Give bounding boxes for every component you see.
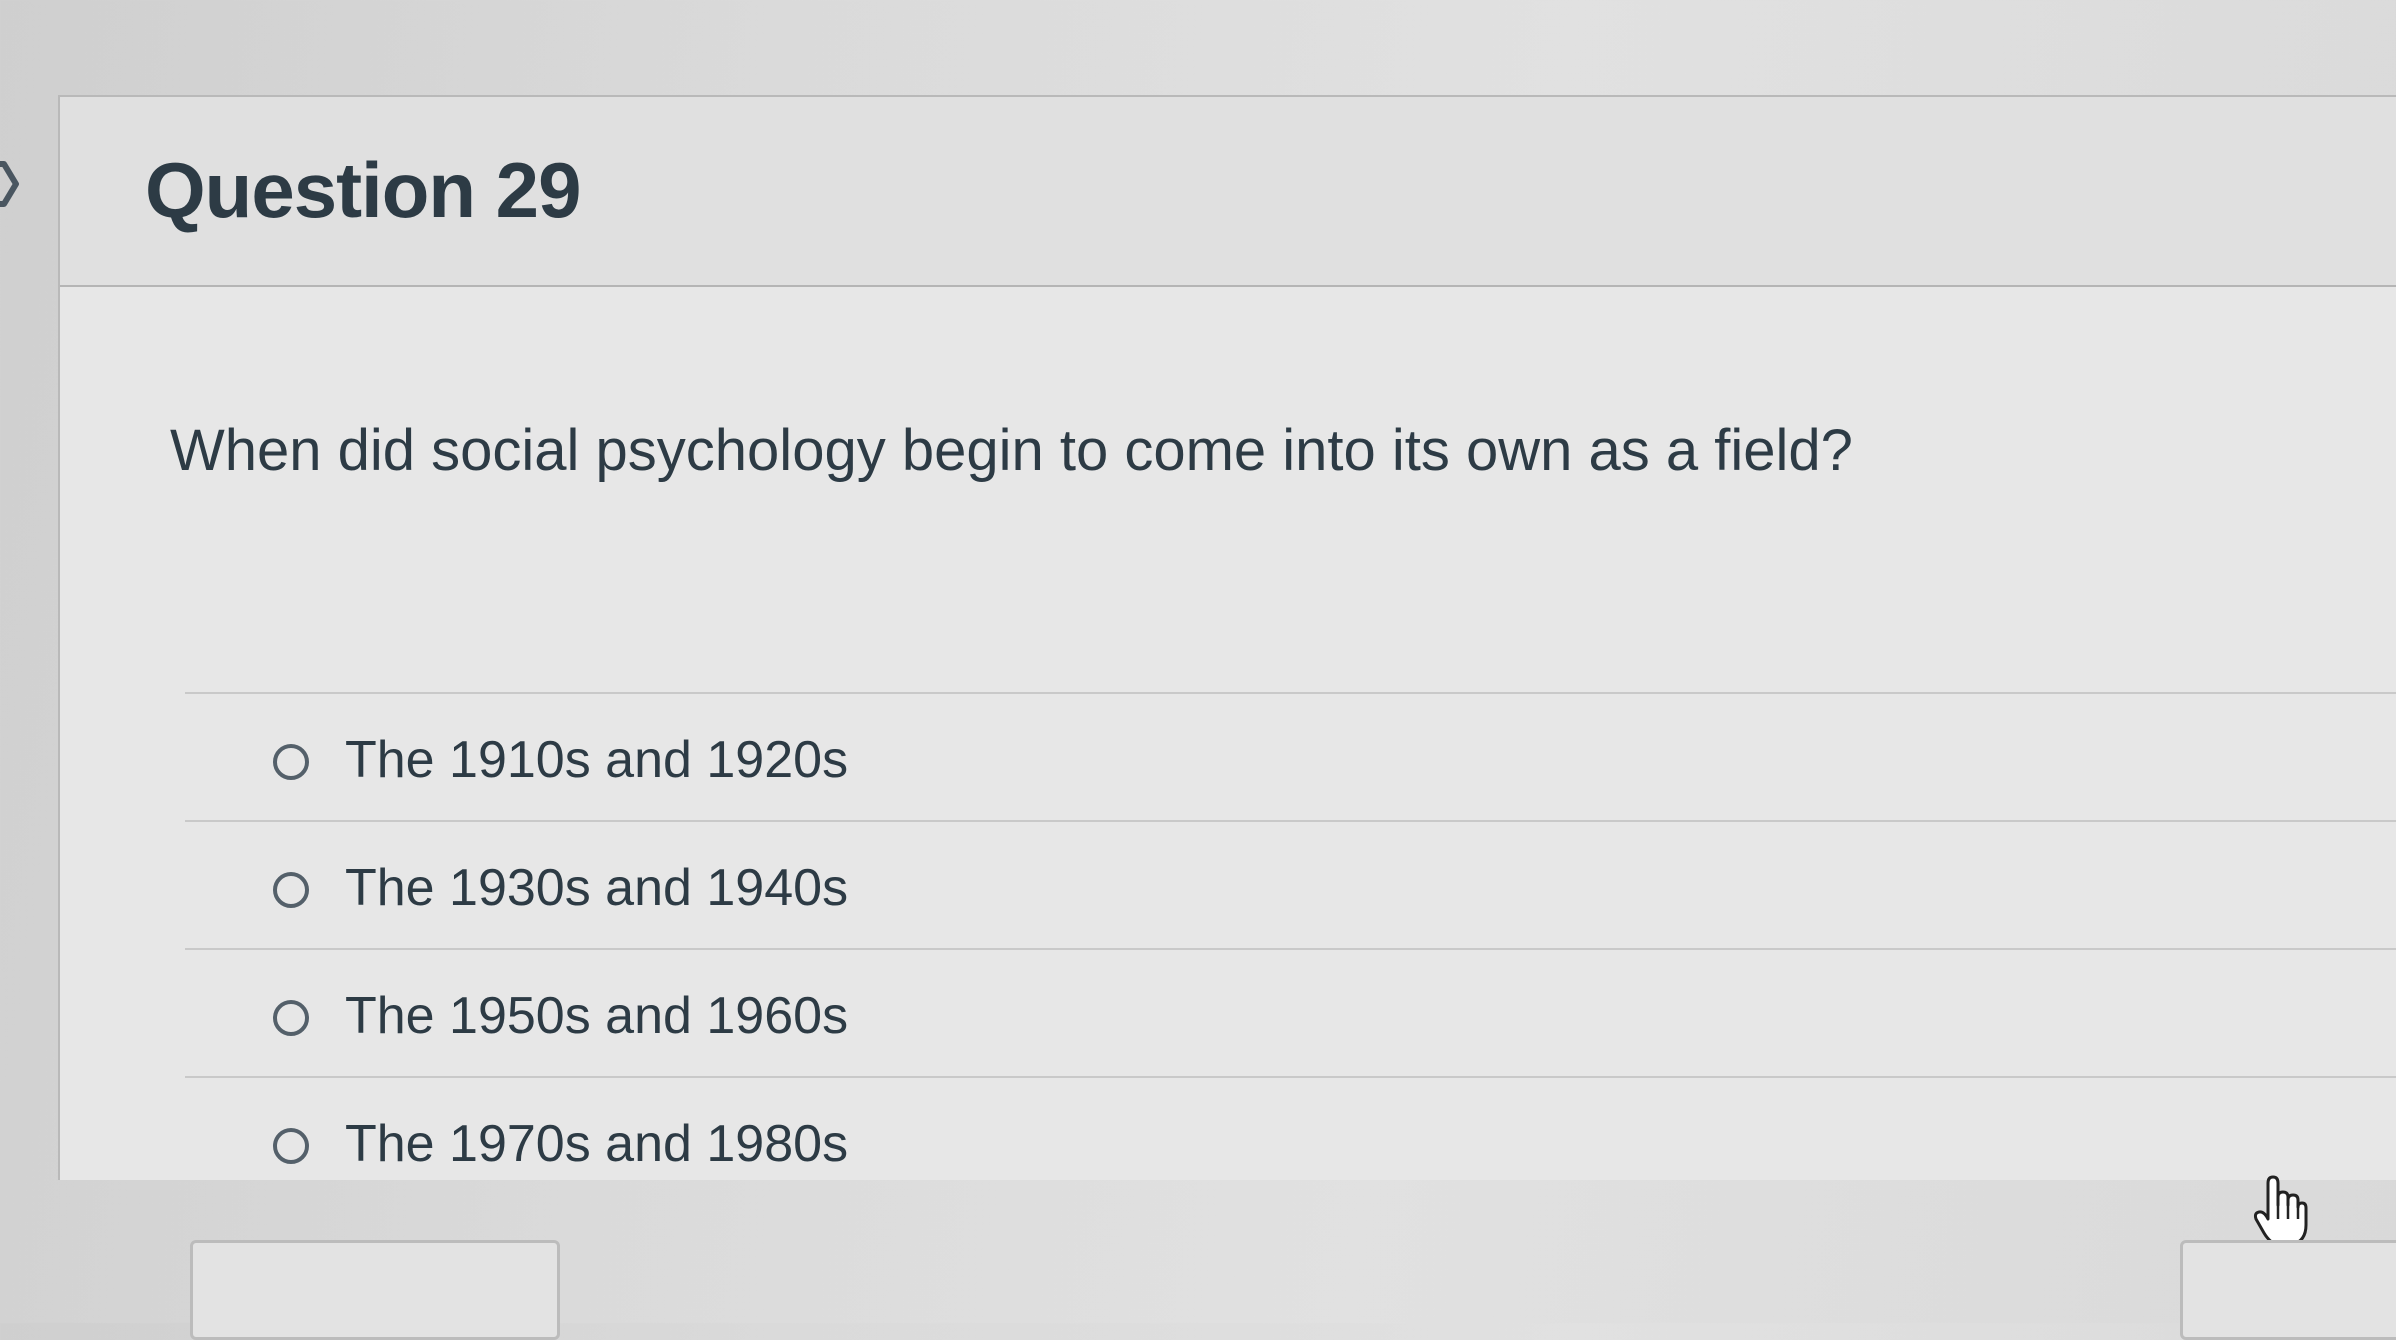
answer-option[interactable]: The 1910s and 1920s	[185, 692, 2396, 820]
answer-option[interactable]: The 1970s and 1980s	[185, 1076, 2396, 1204]
answer-label[interactable]: The 1970s and 1980s	[345, 1114, 848, 1174]
question-header: Question 29	[60, 97, 2396, 287]
next-button[interactable]	[2180, 1240, 2396, 1340]
answer-option[interactable]: The 1930s and 1940s	[185, 820, 2396, 948]
radio-button[interactable]	[273, 1128, 309, 1164]
flag-question-icon[interactable]	[0, 158, 22, 210]
radio-button[interactable]	[273, 744, 309, 780]
question-text: When did social psychology begin to come…	[170, 418, 1853, 483]
hand-pointer-icon	[2253, 1175, 2308, 1247]
answer-label[interactable]: The 1950s and 1960s	[345, 986, 848, 1046]
question-body: When did social psychology begin to come…	[60, 287, 2396, 1180]
question-card: Question 29 When did social psychology b…	[58, 95, 2396, 1180]
radio-button[interactable]	[273, 872, 309, 908]
answer-option[interactable]: The 1950s and 1960s	[185, 948, 2396, 1076]
answer-label[interactable]: The 1910s and 1920s	[345, 730, 848, 790]
question-title: Question 29	[145, 146, 581, 234]
answer-list: The 1910s and 1920s The 1930s and 1940s …	[185, 692, 2396, 1204]
radio-button[interactable]	[273, 1000, 309, 1036]
previous-button[interactable]	[190, 1240, 560, 1340]
answer-label[interactable]: The 1930s and 1940s	[345, 858, 848, 918]
